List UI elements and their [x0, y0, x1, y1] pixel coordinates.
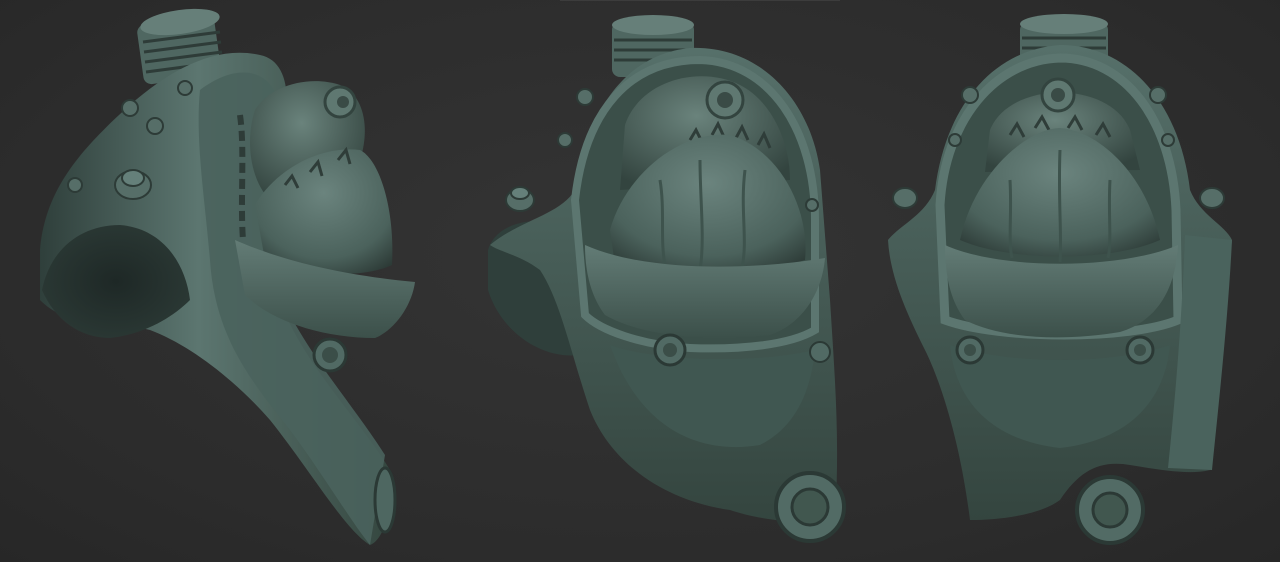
model-view-front [888, 14, 1232, 545]
model-view-three-quarter-left [40, 8, 415, 546]
bottom-connector-icon [373, 466, 397, 534]
render-viewport [0, 0, 1280, 562]
sculpt-renders [40, 8, 1232, 546]
model-view-three-quarter-front [488, 15, 846, 543]
